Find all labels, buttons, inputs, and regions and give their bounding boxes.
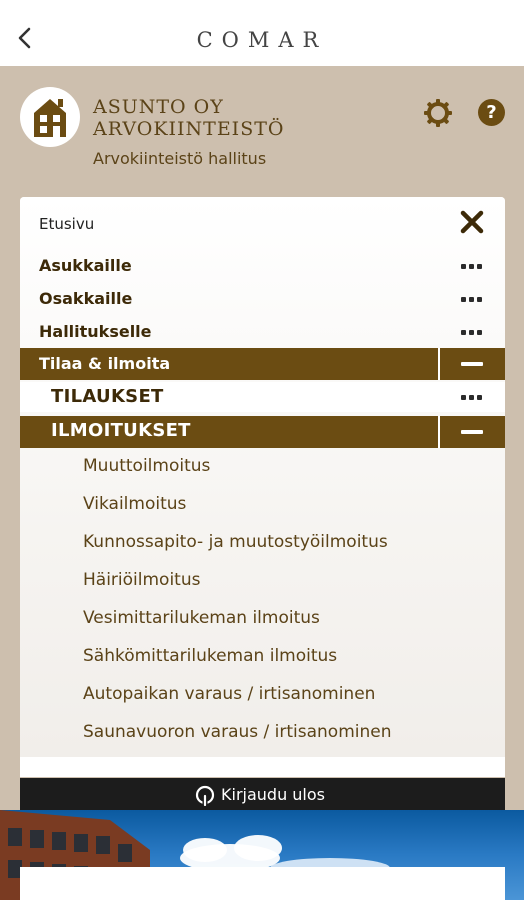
top-bar: COMAR	[0, 0, 524, 66]
menu-home-row[interactable]: Etusivu	[20, 197, 505, 247]
company-name-line1: ASUNTO OY	[93, 96, 224, 118]
menu-item-label: Hallitukselle	[39, 322, 152, 341]
more-icon[interactable]	[461, 330, 483, 336]
menu-item-label: Asukkaille	[39, 256, 132, 275]
more-icon[interactable]	[461, 297, 483, 303]
help-icon[interactable]: ?	[478, 99, 505, 126]
building-logo-icon	[20, 87, 80, 147]
more-icon[interactable]	[461, 395, 483, 401]
logout-label: Kirjaudu ulos	[221, 785, 325, 804]
collapse-icon[interactable]	[461, 430, 483, 434]
content-card	[20, 867, 505, 900]
home-link[interactable]: Etusivu	[39, 215, 94, 233]
notice-vesimittari[interactable]: Vesimittarilukeman ilmoitus	[83, 608, 320, 628]
menu-item-hallitukselle[interactable]: Hallitukselle	[20, 318, 505, 346]
menu-item-asukkaille[interactable]: Asukkaille	[20, 252, 505, 280]
submenu-item-label: ILMOITUKSET	[51, 420, 191, 441]
company-name: ASUNTO OY ARVOKIINTEISTÖ	[93, 96, 333, 140]
menu-item-osakkaille[interactable]: Osakkaille	[20, 285, 505, 313]
notice-saunavuoro[interactable]: Saunavuoron varaus / irtisanominen	[83, 722, 392, 742]
brand-title: COMAR	[196, 28, 328, 52]
menu-item-label: Osakkaille	[39, 289, 133, 308]
company-subtitle: Arvokiinteistö hallitus	[93, 149, 267, 168]
company-name-line2: ARVOKIINTEISTÖ	[93, 118, 285, 140]
logout-icon	[195, 784, 215, 807]
submenu-item-ilmoitukset[interactable]: ILMOITUKSET	[20, 416, 505, 448]
divider	[438, 348, 440, 380]
notice-vikailmoitus[interactable]: Vikailmoitus	[83, 494, 186, 514]
more-icon[interactable]	[461, 264, 483, 270]
notice-muuttoilmoitus[interactable]: Muuttoilmoitus	[83, 456, 210, 476]
menu-background	[20, 197, 505, 757]
notice-kunnossapito[interactable]: Kunnossapito- ja muutostyöilmoitus	[83, 532, 388, 552]
submenu-item-label: TILAUKSET	[51, 386, 164, 407]
notice-sahkomittari[interactable]: Sähkömittarilukeman ilmoitus	[83, 646, 337, 666]
collapse-icon[interactable]	[461, 362, 483, 366]
close-icon[interactable]	[459, 209, 485, 235]
divider	[438, 416, 440, 448]
logout-button[interactable]: Kirjaudu ulos	[20, 778, 505, 810]
submenu-item-tilaukset[interactable]: TILAUKSET	[20, 382, 505, 412]
gear-icon[interactable]	[423, 98, 453, 128]
menu-item-tilaa-ilmoita[interactable]: Tilaa & ilmoita	[20, 348, 505, 380]
navigation-menu: Etusivu Asukkaille Osakkaille Hallitukse…	[20, 197, 505, 777]
notice-autopaikka[interactable]: Autopaikan varaus / irtisanominen	[83, 684, 375, 704]
menu-item-label: Tilaa & ilmoita	[39, 354, 171, 373]
notice-hairioilmoitus[interactable]: Häiriöilmoitus	[83, 570, 200, 590]
